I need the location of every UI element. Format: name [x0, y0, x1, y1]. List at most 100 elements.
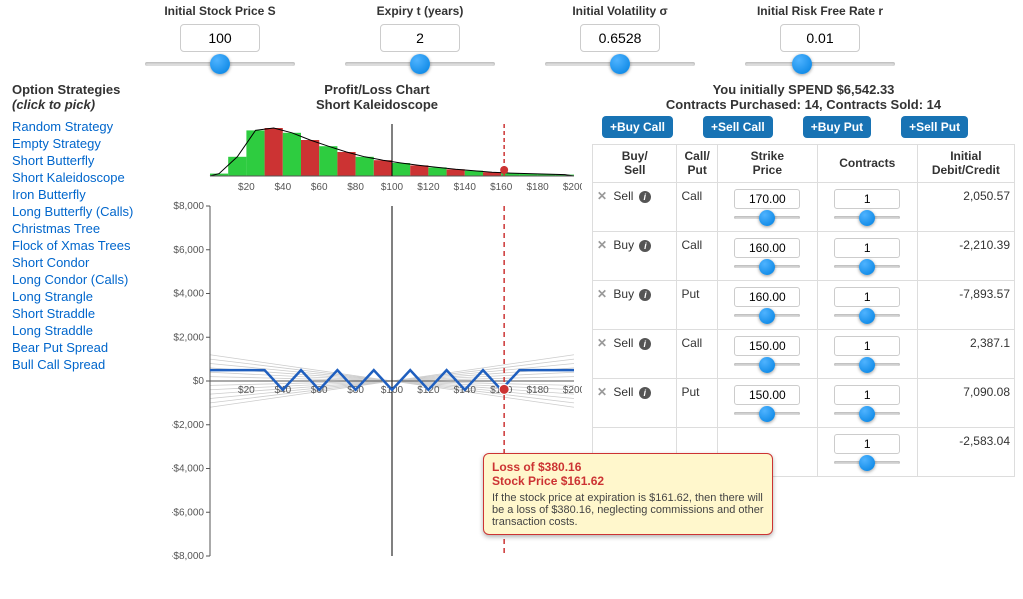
contracts-slider[interactable]	[834, 309, 900, 323]
strategy-item[interactable]: Short Straddle	[12, 305, 162, 322]
strategy-item[interactable]: Long Straddle	[12, 322, 162, 339]
strategy-item[interactable]: Christmas Tree	[12, 220, 162, 237]
strike-slider[interactable]	[734, 309, 800, 323]
svg-text:$0: $0	[193, 376, 205, 387]
tooltip-sub: Stock Price $161.62	[492, 474, 764, 488]
remove-leg-icon[interactable]: ✕	[597, 189, 607, 203]
param-label: Initial Volatility σ	[535, 4, 705, 20]
info-icon[interactable]: i	[639, 289, 651, 301]
svg-text:-$2,000: -$2,000	[172, 420, 204, 431]
chart-title: Profit/Loss Chart	[172, 82, 582, 97]
info-icon[interactable]: i	[639, 338, 651, 350]
remove-leg-icon[interactable]: ✕	[597, 336, 607, 350]
leg-row: ✕ Sell iPut7,090.08	[593, 378, 1015, 427]
add-leg-buttons: +Buy Call +Sell Call +Buy Put +Sell Put	[592, 116, 1015, 138]
contracts-slider[interactable]	[834, 456, 900, 470]
param-2: Initial Volatility σ	[535, 4, 705, 72]
param-input[interactable]	[580, 24, 660, 52]
tooltip-body: If the stock price at expiration is $161…	[492, 492, 764, 528]
add-leg-button[interactable]: +Buy Call	[602, 116, 673, 138]
param-label: Initial Risk Free Rate r	[735, 4, 905, 20]
parameter-row: Initial Stock Price S Expiry t (years) Ini…	[0, 0, 1023, 72]
info-icon[interactable]: i	[639, 240, 651, 252]
param-slider[interactable]	[145, 56, 295, 72]
leg-row: ✕ Sell iCall2,050.57	[593, 182, 1015, 231]
contracts-input[interactable]	[834, 287, 900, 307]
tooltip-title: Loss of $380.16	[492, 460, 764, 474]
param-input[interactable]	[180, 24, 260, 52]
legs-header-row: Buy/SellCall/PutStrikePriceContractsInit…	[593, 145, 1015, 183]
contracts-input[interactable]	[834, 189, 900, 209]
distribution-chart[interactable]: $20$40$60$80$100$120$140$160$180$200	[172, 116, 582, 196]
strategy-item[interactable]: Short Condor	[12, 254, 162, 271]
remove-leg-icon[interactable]: ✕	[597, 238, 607, 252]
contracts-slider[interactable]	[834, 407, 900, 421]
strategy-item[interactable]: Long Condor (Calls)	[12, 271, 162, 288]
chart-tooltip: Loss of $380.16 Stock Price $161.62 If t…	[483, 453, 773, 535]
strategy-item[interactable]: Short Butterfly	[12, 152, 162, 169]
strategy-item[interactable]: Short Kaleidoscope	[12, 169, 162, 186]
strike-slider[interactable]	[734, 260, 800, 274]
param-slider[interactable]	[345, 56, 495, 72]
leg-row: ✕ Buy iPut-7,893.57	[593, 280, 1015, 329]
strike-slider[interactable]	[734, 358, 800, 372]
strategy-item[interactable]: Iron Butterfly	[12, 186, 162, 203]
strike-slider[interactable]	[734, 211, 800, 225]
add-leg-button[interactable]: +Buy Put	[803, 116, 871, 138]
sidebar-subheading: (click to pick)	[12, 97, 162, 112]
svg-text:$80: $80	[347, 182, 364, 193]
strategy-item[interactable]: Long Strangle	[12, 288, 162, 305]
strike-input[interactable]	[734, 189, 800, 209]
param-input[interactable]	[380, 24, 460, 52]
contracts-slider[interactable]	[834, 260, 900, 274]
svg-text:-$4,000: -$4,000	[172, 464, 204, 475]
info-icon[interactable]: i	[639, 387, 651, 399]
param-3: Initial Risk Free Rate r	[735, 4, 905, 72]
leg-row: ✕ Sell iCall2,387.1	[593, 329, 1015, 378]
remove-leg-icon[interactable]: ✕	[597, 385, 607, 399]
strategy-item[interactable]: Bull Call Spread	[12, 356, 162, 373]
param-label: Initial Stock Price S	[135, 4, 305, 20]
summary-contracts: Contracts Purchased: 14, Contracts Sold:…	[592, 97, 1015, 112]
param-slider[interactable]	[745, 56, 895, 72]
svg-text:$20: $20	[238, 385, 255, 396]
contracts-input[interactable]	[834, 238, 900, 258]
strategy-item[interactable]: Random Strategy	[12, 118, 162, 135]
contracts-input[interactable]	[834, 336, 900, 356]
svg-text:$2,000: $2,000	[173, 332, 204, 343]
strike-input[interactable]	[734, 336, 800, 356]
svg-text:$120: $120	[417, 182, 440, 193]
svg-text:-$6,000: -$6,000	[172, 507, 204, 518]
svg-text:$200: $200	[563, 182, 582, 193]
add-leg-button[interactable]: +Sell Put	[901, 116, 968, 138]
strike-slider[interactable]	[734, 407, 800, 421]
info-icon[interactable]: i	[639, 191, 651, 203]
strike-input[interactable]	[734, 238, 800, 258]
strategy-item[interactable]: Empty Strategy	[12, 135, 162, 152]
remove-leg-icon[interactable]: ✕	[597, 287, 607, 301]
strategy-item[interactable]: Long Butterfly (Calls)	[12, 203, 162, 220]
contracts-input[interactable]	[834, 434, 900, 454]
svg-text:-$8,000: -$8,000	[172, 551, 204, 562]
svg-text:$160: $160	[490, 182, 513, 193]
param-1: Expiry t (years)	[335, 4, 505, 72]
strategy-item[interactable]: Bear Put Spread	[12, 339, 162, 356]
legs-table: Buy/SellCall/PutStrikePriceContractsInit…	[592, 144, 1015, 477]
strategy-item[interactable]: Flock of Xmas Trees	[12, 237, 162, 254]
param-label: Expiry t (years)	[335, 4, 505, 20]
strategy-sidebar: Option Strategies (click to pick) Random…	[12, 82, 172, 576]
strike-input[interactable]	[734, 287, 800, 307]
svg-text:$20: $20	[238, 182, 255, 193]
add-leg-button[interactable]: +Sell Call	[703, 116, 773, 138]
svg-text:$6,000: $6,000	[173, 245, 204, 256]
svg-text:$40: $40	[274, 182, 291, 193]
contracts-input[interactable]	[834, 385, 900, 405]
param-input[interactable]	[780, 24, 860, 52]
svg-text:$8,000: $8,000	[173, 201, 204, 212]
sidebar-heading: Option Strategies	[12, 82, 120, 97]
svg-text:$180: $180	[526, 182, 549, 193]
param-slider[interactable]	[545, 56, 695, 72]
strike-input[interactable]	[734, 385, 800, 405]
contracts-slider[interactable]	[834, 211, 900, 225]
contracts-slider[interactable]	[834, 358, 900, 372]
